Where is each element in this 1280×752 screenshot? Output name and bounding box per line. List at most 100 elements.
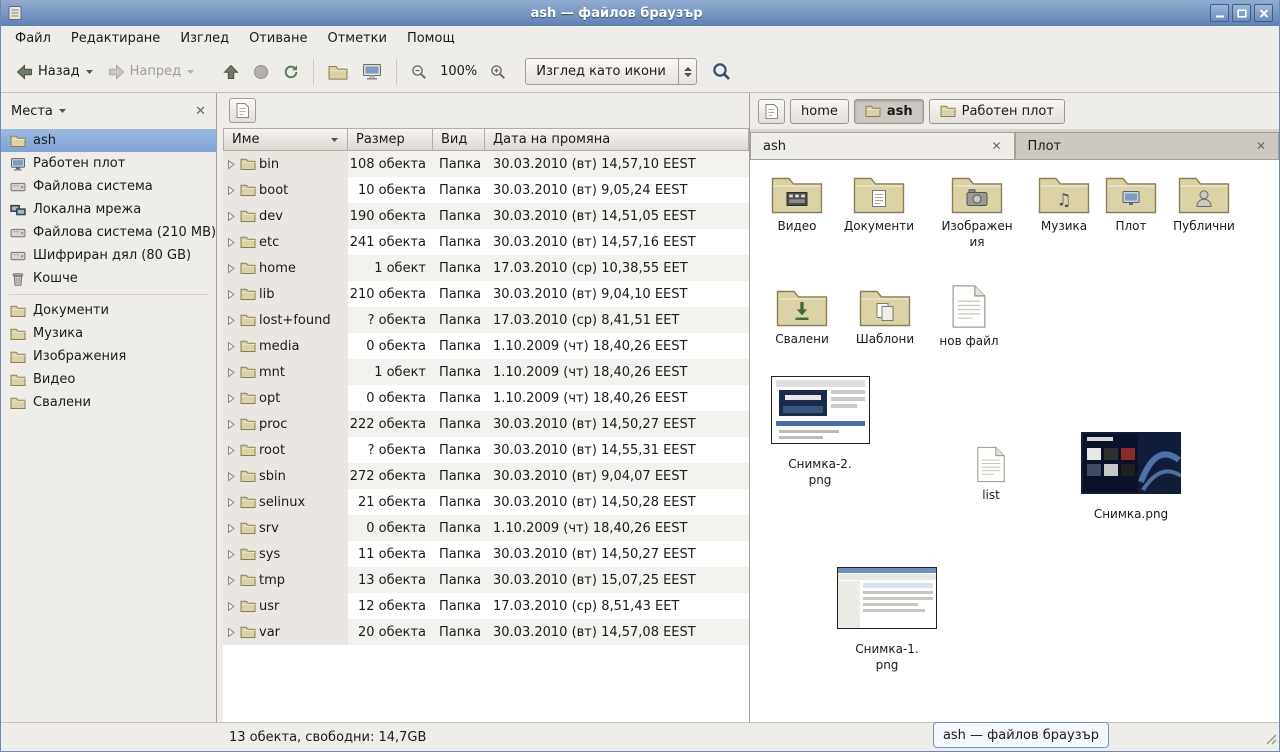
menu-file[interactable]: Файл — [5, 28, 61, 49]
expander-icon[interactable] — [226, 341, 237, 352]
sidebar-item-trash[interactable]: Кошче — [1, 267, 216, 290]
menu-go[interactable]: Отиване — [239, 28, 317, 49]
sidebar-item-encrypted-80gb[interactable]: Шифриран дял (80 GB) — [1, 244, 216, 267]
zoom-out-button[interactable] — [404, 59, 434, 85]
sidebar-item-local-network[interactable]: Локална мрежа — [1, 198, 216, 221]
table-row[interactable]: dev190 обектаПапка30.03.2010 (вт) 14,51,… — [223, 203, 749, 229]
expander-icon[interactable] — [226, 419, 237, 430]
table-row[interactable]: srv0 обектаПапка1.10.2009 (чт) 18,40,26 … — [223, 515, 749, 541]
path-button-desktop[interactable]: Работен плот — [929, 99, 1065, 124]
expander-icon[interactable] — [226, 601, 237, 612]
icon-view[interactable]: ВидеоДокументиИзображения♫МузикаПлотПубл… — [750, 160, 1279, 722]
icon-item-downloads-folder[interactable]: Свалени — [757, 285, 847, 348]
expander-icon[interactable] — [226, 211, 237, 222]
expander-icon[interactable] — [226, 471, 237, 482]
table-row[interactable]: media0 обектаПапка1.10.2009 (чт) 18,40,2… — [223, 333, 749, 359]
location-toggle-button[interactable] — [758, 99, 785, 124]
path-button-ash[interactable]: ash — [854, 99, 924, 124]
table-row[interactable]: home1 обектПапка17.03.2010 (ср) 10,38,55… — [223, 255, 749, 281]
up-button[interactable] — [216, 59, 246, 85]
expander-icon[interactable] — [226, 237, 237, 248]
zoom-in-button[interactable] — [483, 59, 513, 85]
expander-icon[interactable] — [226, 263, 237, 274]
expander-icon[interactable] — [226, 315, 237, 326]
table-row[interactable]: mnt1 обектПапка1.10.2009 (чт) 18,40,26 E… — [223, 359, 749, 385]
tab-ash[interactable]: ash✕ — [750, 132, 1015, 159]
sidebar-item-music[interactable]: Музика — [1, 322, 216, 345]
sidebar-item-images[interactable]: Изображения — [1, 345, 216, 368]
forward-dropdown-icon[interactable] — [186, 69, 195, 75]
search-button[interactable] — [705, 57, 738, 86]
sidebar-item-ash[interactable]: ash — [1, 129, 216, 152]
expander-icon[interactable] — [226, 367, 237, 378]
table-row[interactable]: usr12 обектаПапка17.03.2010 (ср) 8,51,43… — [223, 593, 749, 619]
icon-item-snimka-png[interactable]: Снимка.png — [1081, 432, 1181, 523]
location-toggle-button[interactable] — [229, 98, 256, 123]
reload-button[interactable] — [276, 59, 306, 85]
table-row[interactable]: lost+found? обектаПапка17.03.2010 (ср) 8… — [223, 307, 749, 333]
table-row[interactable]: opt0 обектаПапка1.10.2009 (чт) 18,40,26 … — [223, 385, 749, 411]
minimize-button[interactable] — [1210, 4, 1229, 22]
table-row[interactable]: bin108 обектаПапка30.03.2010 (вт) 14,57,… — [223, 151, 749, 177]
resize-grip[interactable] — [1263, 731, 1277, 749]
expander-icon[interactable] — [226, 523, 237, 534]
column-header-size[interactable]: Размер — [348, 128, 433, 151]
places-close-icon[interactable]: ✕ — [195, 104, 206, 119]
menu-help[interactable]: Помощ — [397, 28, 465, 49]
menu-bookmarks[interactable]: Отметки — [317, 28, 396, 49]
icon-item-public-folder[interactable]: Публични — [1159, 172, 1249, 235]
tab-close-icon[interactable]: ✕ — [1256, 140, 1266, 152]
icon-item-new-file[interactable]: нов файл — [924, 284, 1014, 350]
sidebar-item-downloads[interactable]: Свалени — [1, 391, 216, 414]
column-header-date[interactable]: Дата на промяна — [485, 128, 749, 151]
maximize-button[interactable] — [1232, 4, 1251, 22]
menu-view[interactable]: Изглед — [170, 28, 239, 49]
icon-item-snimka-1-png[interactable]: Снимка-1.png — [837, 567, 937, 673]
sidebar-item-filesystem[interactable]: Файлова система — [1, 175, 216, 198]
table-row[interactable]: etc241 обектаПапка30.03.2010 (вт) 14,57,… — [223, 229, 749, 255]
icon-item-snimka-2-png[interactable]: Снимка-2.png — [770, 376, 870, 488]
back-button[interactable]: Назад — [9, 59, 101, 85]
icon-item-list-file[interactable]: list — [946, 446, 1036, 504]
places-title[interactable]: Места — [11, 104, 53, 119]
titlebar[interactable]: ash — файлов браузър — [1, 0, 1279, 26]
expander-icon[interactable] — [226, 575, 237, 586]
expander-icon[interactable] — [226, 445, 237, 456]
expander-icon[interactable] — [226, 549, 237, 560]
icon-item-templates-folder[interactable]: Шаблони — [840, 285, 930, 348]
column-header-name[interactable]: Име — [223, 128, 348, 151]
menu-edit[interactable]: Редактиране — [61, 28, 170, 49]
sidebar-item-video[interactable]: Видео — [1, 368, 216, 391]
icon-item-video-folder[interactable]: Видео — [752, 172, 842, 235]
table-row[interactable]: lib210 обектаПапка30.03.2010 (вт) 9,04,1… — [223, 281, 749, 307]
combo-spinner-icon[interactable] — [678, 59, 696, 84]
tab-close-icon[interactable]: ✕ — [991, 140, 1001, 152]
table-row[interactable]: root? обектаПапка30.03.2010 (вт) 14,55,3… — [223, 437, 749, 463]
path-button-home[interactable]: home — [790, 99, 849, 124]
table-row[interactable]: tmp13 обектаПапка30.03.2010 (вт) 15,07,2… — [223, 567, 749, 593]
computer-button[interactable] — [355, 58, 389, 86]
forward-button[interactable]: Напред — [101, 59, 202, 85]
table-row[interactable]: boot10 обектаПапка30.03.2010 (вт) 9,05,2… — [223, 177, 749, 203]
table-row[interactable]: sbin272 обектаПапка30.03.2010 (вт) 9,04,… — [223, 463, 749, 489]
column-header-type[interactable]: Вид — [433, 128, 485, 151]
table-row[interactable]: selinux21 обектаПапка30.03.2010 (вт) 14,… — [223, 489, 749, 515]
table-row[interactable]: sys11 обектаПапка30.03.2010 (вт) 14,50,2… — [223, 541, 749, 567]
sidebar-item-documents[interactable]: Документи — [1, 299, 216, 322]
sidebar-item-desktop[interactable]: Работен плот — [1, 152, 216, 175]
expander-icon[interactable] — [226, 393, 237, 404]
view-mode-select[interactable]: Изглед като икони — [525, 58, 697, 85]
places-dropdown-icon[interactable] — [58, 108, 67, 114]
table-row[interactable]: var20 обектаПапка30.03.2010 (вт) 14,57,0… — [223, 619, 749, 645]
back-dropdown-icon[interactable] — [85, 69, 94, 75]
icon-item-images-folder[interactable]: Изображения — [932, 172, 1022, 250]
icon-item-documents-folder[interactable]: Документи — [834, 172, 924, 235]
sidebar-item-filesystem-210mb[interactable]: Файлова система (210 MB) — [1, 221, 216, 244]
expander-icon[interactable] — [226, 627, 237, 638]
tab-plot[interactable]: Плот✕ — [1015, 132, 1280, 159]
expander-icon[interactable] — [226, 159, 237, 170]
expander-icon[interactable] — [226, 185, 237, 196]
stop-button[interactable] — [246, 59, 276, 85]
table-row[interactable]: proc222 обектаПапка30.03.2010 (вт) 14,50… — [223, 411, 749, 437]
home-button[interactable] — [321, 58, 355, 85]
